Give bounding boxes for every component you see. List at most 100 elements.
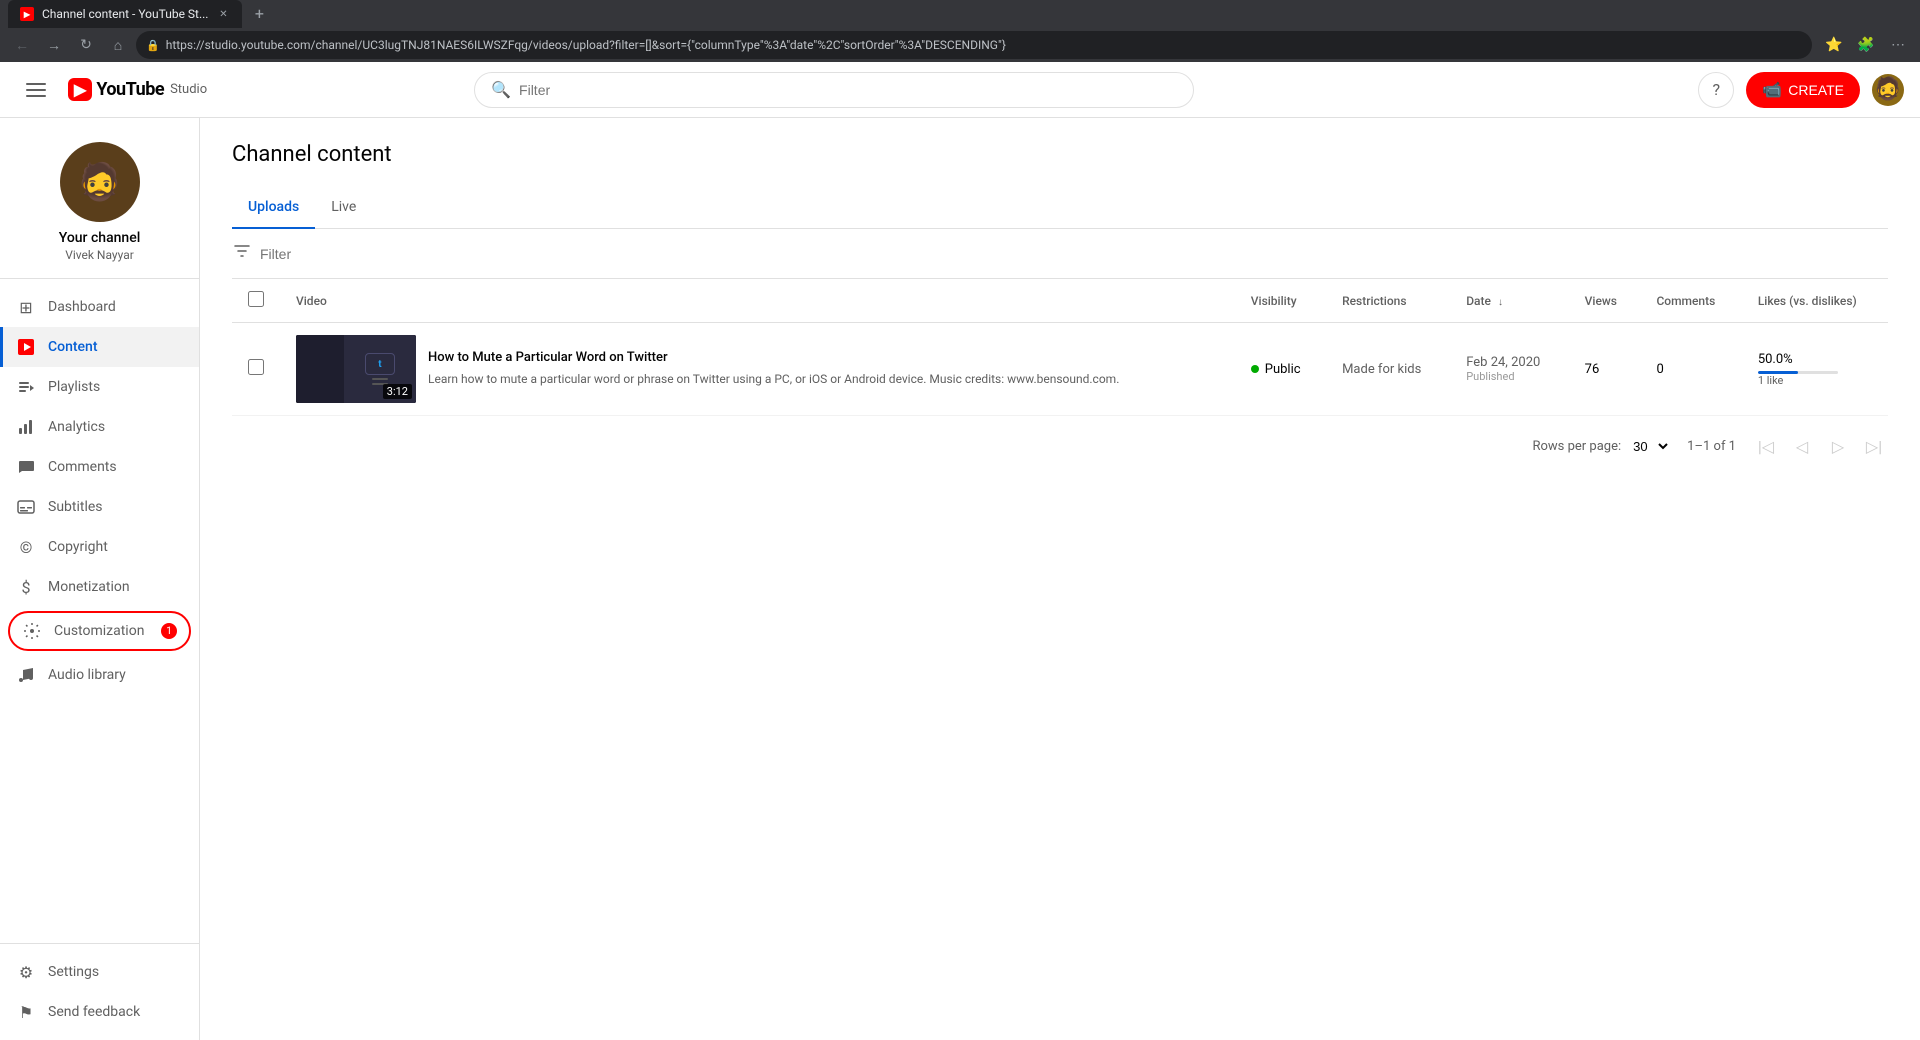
topbar: ▶ YouTube Studio 🔍 ? 📹 CREATE 🧔 — [200, 62, 1920, 118]
lock-icon: 🔒 — [146, 39, 160, 52]
tab-favicon: ▶ — [20, 7, 34, 21]
table-header-comments[interactable]: Comments — [1640, 279, 1741, 323]
youtube-studio-logo[interactable]: ▶ YouTube Studio — [200, 78, 207, 101]
channel-name: Your channel — [59, 230, 141, 246]
sidebar-label-dashboard: Dashboard — [48, 299, 116, 315]
row-checkbox[interactable] — [248, 359, 264, 375]
tab-uploads-label: Uploads — [248, 199, 299, 215]
settings-icon: ⚙ — [16, 962, 36, 982]
comments-value: 0 — [1656, 362, 1663, 377]
table-header: Video Visibility Restrictions Date ↓ — [232, 279, 1888, 323]
sidebar-item-comments[interactable]: Comments — [0, 447, 199, 487]
likes-count: 1 like — [1758, 374, 1872, 387]
customization-icon — [22, 621, 42, 641]
video-cell-content: t 3:12 — [296, 335, 1219, 403]
pagination: Rows per page: 30 50 100 1–1 of 1 |◁ ◁ ▷… — [232, 416, 1888, 476]
sidebar-label-monetization: Monetization — [48, 579, 130, 595]
comments-icon — [16, 457, 36, 477]
date-sort-arrow: ↓ — [1498, 297, 1503, 308]
date-cell: Feb 24, 2020 Published — [1450, 323, 1568, 416]
main-content: ▶ YouTube Studio 🔍 ? 📹 CREATE 🧔 — [200, 62, 1920, 1040]
bookmarks-button[interactable]: ⭐ — [1820, 31, 1848, 59]
search-box: 🔍 — [474, 72, 1194, 108]
sidebar-bottom: ⚙ Settings ⚑ Send feedback — [0, 943, 199, 1040]
select-all-checkbox[interactable] — [248, 291, 264, 307]
channel-info: 🧔 Your channel Vivek Nayyar — [0, 118, 199, 279]
content-area: Channel content Uploads Live — [200, 118, 1920, 500]
sidebar-item-copyright[interactable]: © Copyright — [0, 527, 199, 567]
address-bar[interactable]: 🔒 https://studio.youtube.com/channel/UC3… — [136, 31, 1812, 59]
visibility-content: Public — [1251, 362, 1310, 377]
search-input[interactable] — [519, 82, 1177, 98]
feedback-icon: ⚑ — [16, 1002, 36, 1022]
first-page-button[interactable]: |◁ — [1752, 432, 1780, 460]
likes-fill — [1758, 371, 1798, 374]
home-button[interactable]: ⌂ — [104, 31, 132, 59]
row-checkbox-cell — [232, 323, 280, 416]
studio-text: Studio — [200, 82, 207, 97]
table-header-likes[interactable]: Likes (vs. dislikes) — [1742, 279, 1888, 323]
table-header-restrictions[interactable]: Restrictions — [1326, 279, 1450, 323]
table-body: t 3:12 — [232, 323, 1888, 416]
table-row: t 3:12 — [232, 323, 1888, 416]
sidebar-item-dashboard[interactable]: ⊞ Dashboard — [0, 287, 199, 327]
channel-avatar[interactable]: 🧔 — [60, 142, 140, 222]
table-header-video[interactable]: Video — [280, 279, 1235, 323]
content-icon — [16, 337, 36, 357]
audio-library-icon — [16, 665, 36, 685]
extensions-button[interactable]: 🧩 — [1852, 31, 1880, 59]
sidebar-item-monetization[interactable]: $ Monetization — [0, 567, 199, 607]
sidebar-label-comments: Comments — [48, 459, 117, 475]
browser-toolbar: ← → ↻ ⌂ 🔒 https://studio.youtube.com/cha… — [0, 28, 1920, 62]
sidebar-navigation: ⊞ Dashboard Content — [0, 279, 199, 943]
table-header-visibility[interactable]: Visibility — [1235, 279, 1326, 323]
sidebar-item-customization[interactable]: Customization 1 — [8, 611, 191, 651]
rows-per-page-label: Rows per page: — [1532, 439, 1621, 454]
filter-input[interactable] — [260, 246, 1888, 262]
reload-button[interactable]: ↻ — [72, 31, 100, 59]
last-page-button[interactable]: ▷| — [1860, 432, 1888, 460]
user-avatar[interactable]: 🧔 — [1872, 74, 1904, 106]
likes-percentage: 50.0% — [1758, 352, 1872, 367]
topbar-left: ▶ YouTube Studio — [200, 70, 216, 110]
sidebar-label-content: Content — [48, 339, 98, 355]
new-tab-button[interactable]: + — [246, 0, 272, 26]
filter-bar — [232, 229, 1888, 279]
sidebar-label-send-feedback: Send feedback — [48, 1004, 140, 1020]
likes-bar — [1758, 371, 1838, 374]
help-button[interactable]: ? — [1698, 72, 1734, 108]
menu-button[interactable]: ⋯ — [1884, 31, 1912, 59]
sidebar-label-subtitles: Subtitles — [48, 499, 103, 515]
thumb-left-panel — [296, 335, 344, 403]
next-page-button[interactable]: ▷ — [1824, 432, 1852, 460]
sidebar-item-send-feedback[interactable]: ⚑ Send feedback — [0, 992, 199, 1032]
prev-page-button[interactable]: ◁ — [1788, 432, 1816, 460]
browser-tab[interactable]: ▶ Channel content - YouTube St... ✕ — [8, 0, 242, 28]
topbar-search: 🔍 — [474, 72, 1194, 108]
tab-live[interactable]: Live — [315, 187, 372, 229]
sidebar-label-analytics: Analytics — [48, 419, 105, 435]
channel-handle: Vivek Nayyar — [65, 248, 134, 262]
sidebar-item-playlists[interactable]: Playlists — [0, 367, 199, 407]
video-title: How to Mute a Particular Word on Twitter — [428, 350, 1219, 367]
table-header-views[interactable]: Views — [1569, 279, 1641, 323]
forward-button[interactable]: → — [40, 31, 68, 59]
tab-uploads[interactable]: Uploads — [232, 187, 315, 229]
sidebar-item-settings[interactable]: ⚙ Settings — [0, 952, 199, 992]
back-button[interactable]: ← — [8, 31, 36, 59]
video-thumbnail[interactable]: t 3:12 — [296, 335, 416, 403]
subtitles-icon — [16, 497, 36, 517]
copyright-icon: © — [16, 537, 36, 557]
create-button[interactable]: 📹 CREATE — [1746, 72, 1860, 108]
sidebar-item-content[interactable]: Content — [0, 327, 199, 367]
sidebar-label-customization: Customization — [54, 623, 144, 639]
tab-close-btn[interactable]: ✕ — [216, 7, 230, 21]
views-cell: 76 — [1569, 323, 1641, 416]
sidebar-item-audio-library[interactable]: Audio library — [0, 655, 199, 695]
filter-icon[interactable] — [232, 241, 252, 266]
rows-per-page-select[interactable]: 30 50 100 — [1629, 438, 1671, 455]
sidebar-item-analytics[interactable]: Analytics — [0, 407, 199, 447]
sidebar-item-subtitles[interactable]: Subtitles — [0, 487, 199, 527]
table-header-date[interactable]: Date ↓ — [1450, 279, 1568, 323]
page-title: Channel content — [232, 142, 1888, 167]
